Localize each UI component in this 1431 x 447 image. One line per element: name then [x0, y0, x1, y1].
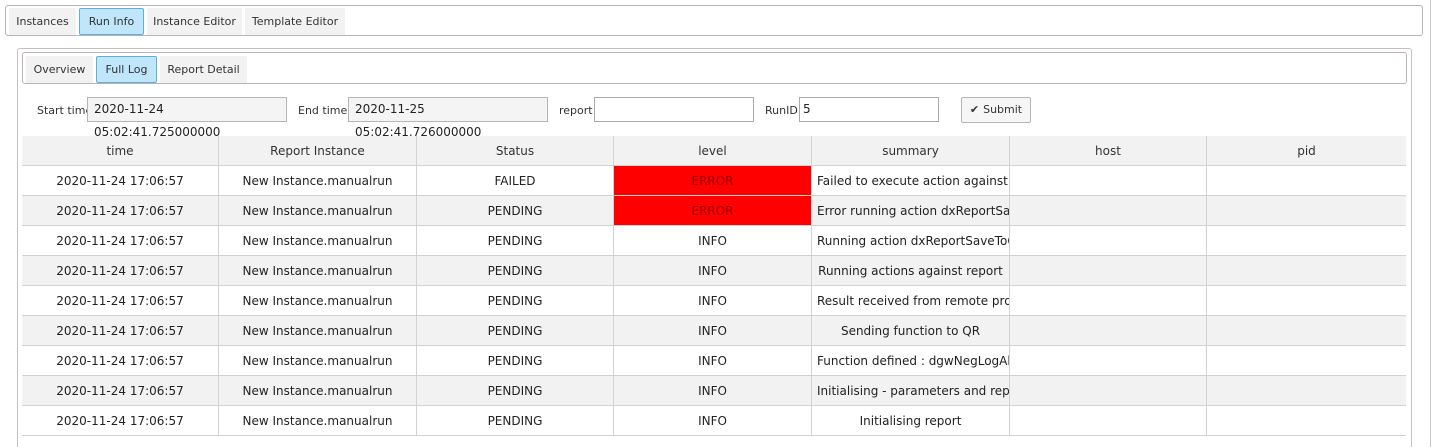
cell-report-instance: New Instance.manualrun — [219, 316, 417, 346]
cell-host — [1010, 166, 1207, 196]
tab-overview[interactable]: Overview — [26, 56, 93, 83]
cell-status: PENDING — [417, 256, 614, 286]
cell-status: PENDING — [417, 376, 614, 406]
runid-input[interactable]: 5 — [799, 97, 939, 122]
cell-report-instance: New Instance.manualrun — [219, 166, 417, 196]
runid-label: RunID — [765, 104, 798, 117]
cell-summary: Sending function to QR — [812, 316, 1010, 346]
cell-host — [1010, 226, 1207, 256]
tab-report-detail[interactable]: Report Detail — [160, 56, 247, 83]
cell-report-instance: New Instance.manualrun — [219, 406, 417, 436]
cell-pid — [1207, 286, 1406, 316]
cell-time: 2020-11-24 17:06:57 — [22, 166, 219, 196]
cell-level: INFO — [614, 226, 812, 256]
cell-time: 2020-11-24 17:06:57 — [22, 256, 219, 286]
log-table: time Report Instance Status level summar… — [22, 136, 1406, 436]
cell-time: 2020-11-24 17:06:57 — [22, 286, 219, 316]
cell-status: PENDING — [417, 226, 614, 256]
cell-time: 2020-11-24 17:06:57 — [22, 406, 219, 436]
cell-report-instance: New Instance.manualrun — [219, 346, 417, 376]
checkmark-icon: ✔ — [969, 103, 980, 116]
cell-host — [1010, 256, 1207, 286]
tab-run-info[interactable]: Run Info — [79, 8, 144, 35]
cell-pid — [1207, 166, 1406, 196]
cell-time: 2020-11-24 17:06:57 — [22, 346, 219, 376]
cell-summary: Error running action dxReportSave — [812, 196, 1010, 226]
cell-level: INFO — [614, 406, 812, 436]
report-input[interactable] — [594, 97, 754, 122]
end-time-field[interactable]: 2020-11-25 05:02:41.726000000 — [348, 97, 548, 139]
cell-status: PENDING — [417, 406, 614, 436]
cell-level: INFO — [614, 376, 812, 406]
table-row[interactable]: 2020-11-24 17:06:57 New Instance.manualru… — [22, 166, 1406, 196]
cell-level: ERROR — [614, 166, 812, 196]
cell-time: 2020-11-24 17:06:57 — [22, 316, 219, 346]
cell-summary: Initialising - parameters and repor — [812, 376, 1010, 406]
submit-button-label: Submit — [983, 103, 1023, 116]
cell-level: ERROR — [614, 196, 812, 226]
cell-report-instance: New Instance.manualrun — [219, 256, 417, 286]
column-header-level[interactable]: level — [614, 136, 812, 166]
table-row[interactable]: 2020-11-24 17:06:57 New Instance.manualru… — [22, 256, 1406, 286]
cell-pid — [1207, 196, 1406, 226]
tab-full-log[interactable]: Full Log — [96, 56, 157, 83]
cell-host — [1010, 346, 1207, 376]
column-header-summary[interactable]: summary — [812, 136, 1010, 166]
table-row[interactable]: 2020-11-24 17:06:57 New Instance.manualru… — [22, 406, 1406, 436]
column-header-time[interactable]: time — [22, 136, 219, 166]
cell-time: 2020-11-24 17:06:57 — [22, 226, 219, 256]
end-time-label: End time — [298, 104, 348, 117]
cell-host — [1010, 316, 1207, 346]
column-header-host[interactable]: host — [1010, 136, 1207, 166]
submit-button[interactable]: ✔ Submit — [961, 97, 1031, 123]
cell-pid — [1207, 316, 1406, 346]
cell-status: PENDING — [417, 196, 614, 226]
table-row[interactable]: 2020-11-24 17:06:57 New Instance.manualru… — [22, 346, 1406, 376]
cell-pid — [1207, 226, 1406, 256]
cell-report-instance: New Instance.manualrun — [219, 376, 417, 406]
cell-status: PENDING — [417, 286, 614, 316]
cell-host — [1010, 196, 1207, 226]
cell-pid — [1207, 346, 1406, 376]
start-time-label: Start time — [37, 104, 93, 117]
cell-host — [1010, 376, 1207, 406]
cell-pid — [1207, 376, 1406, 406]
column-header-report-instance[interactable]: Report Instance — [219, 136, 417, 166]
cell-status: PENDING — [417, 316, 614, 346]
cell-level: INFO — [614, 286, 812, 316]
cell-summary: Running action dxReportSaveToC — [812, 226, 1010, 256]
start-time-field[interactable]: 2020-11-24 05:02:41.725000000 — [87, 97, 287, 139]
cell-time: 2020-11-24 17:06:57 — [22, 376, 219, 406]
table-row[interactable]: 2020-11-24 17:06:57 New Instance.manualru… — [22, 286, 1406, 316]
cell-level: INFO — [614, 256, 812, 286]
cell-summary: Result received from remote proc — [812, 286, 1010, 316]
column-header-pid[interactable]: pid — [1207, 136, 1406, 166]
cell-host — [1010, 406, 1207, 436]
cell-summary: Failed to execute action against re — [812, 166, 1010, 196]
table-header-row: time Report Instance Status level summar… — [22, 136, 1406, 166]
table-row[interactable]: 2020-11-24 17:06:57 New Instance.manualru… — [22, 376, 1406, 406]
cell-level: INFO — [614, 346, 812, 376]
table-row[interactable]: 2020-11-24 17:06:57 New Instance.manualru… — [22, 226, 1406, 256]
tab-instance-editor[interactable]: Instance Editor — [147, 8, 242, 35]
table-row[interactable]: 2020-11-24 17:06:57 New Instance.manualru… — [22, 196, 1406, 226]
cell-pid — [1207, 256, 1406, 286]
report-label: report — [559, 104, 593, 117]
cell-report-instance: New Instance.manualrun — [219, 196, 417, 226]
cell-report-instance: New Instance.manualrun — [219, 286, 417, 316]
cell-time: 2020-11-24 17:06:57 — [22, 196, 219, 226]
cell-summary: Initialising report — [812, 406, 1010, 436]
cell-level: INFO — [614, 316, 812, 346]
table-row[interactable]: 2020-11-24 17:06:57 New Instance.manualru… — [22, 316, 1406, 346]
tab-template-editor[interactable]: Template Editor — [245, 8, 345, 35]
cell-pid — [1207, 406, 1406, 436]
cell-status: PENDING — [417, 346, 614, 376]
cell-host — [1010, 286, 1207, 316]
cell-report-instance: New Instance.manualrun — [219, 226, 417, 256]
column-header-status[interactable]: Status — [417, 136, 614, 166]
cell-summary: Running actions against report — [812, 256, 1010, 286]
cell-status: FAILED — [417, 166, 614, 196]
cell-summary: Function defined : dgwNegLogAle — [812, 346, 1010, 376]
tab-instances[interactable]: Instances — [9, 8, 76, 35]
